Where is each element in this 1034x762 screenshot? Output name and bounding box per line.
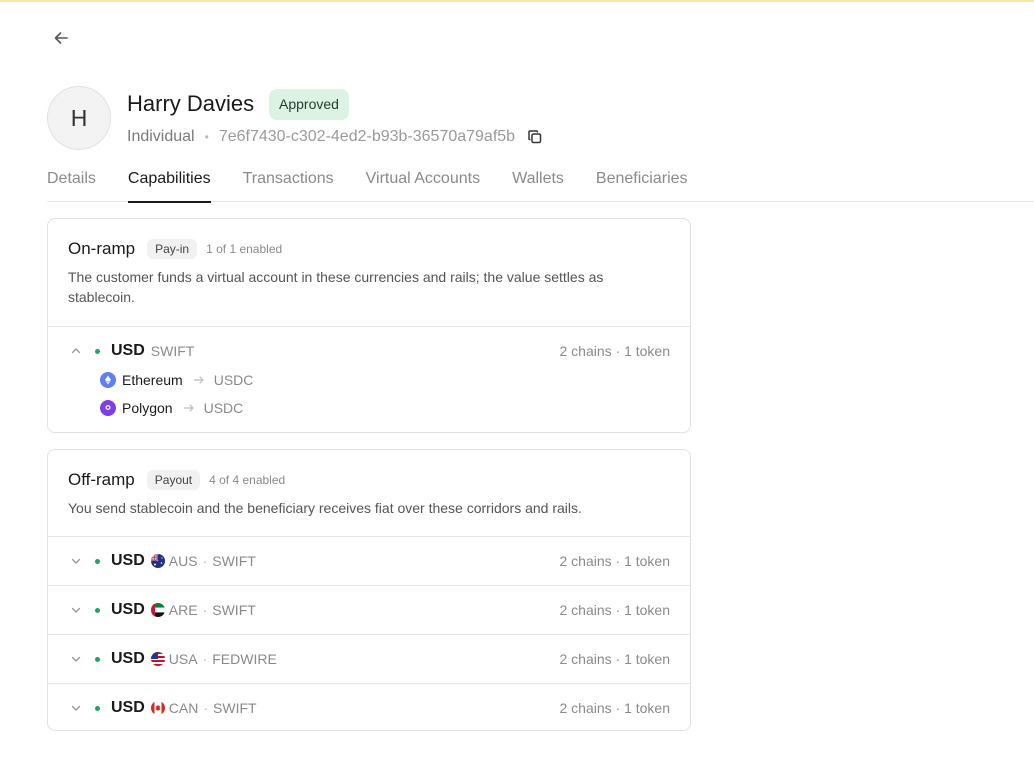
separator-dot: · xyxy=(203,700,209,716)
chain-item-polygon: Polygon USDC xyxy=(100,394,690,422)
arrow-left-icon xyxy=(54,32,68,44)
country-code: AUS xyxy=(168,553,198,569)
offramp-row-are[interactable]: USD ARE · SWIFT 2 chains · 1 token xyxy=(48,585,690,634)
currency-label: USD xyxy=(111,699,145,716)
status-dot xyxy=(95,607,100,613)
chain-name: Polygon xyxy=(122,400,173,416)
country-code: CAN xyxy=(168,700,199,716)
copy-id-button[interactable] xyxy=(527,129,543,145)
token-name: USDC xyxy=(203,400,244,416)
status-dot xyxy=(95,558,100,564)
currency-label: USD xyxy=(111,552,145,569)
offramp-row-can[interactable]: USD CAN · SWIFT 2 chains · 1 token xyxy=(48,683,690,730)
offramp-row-usa[interactable]: USD USA · FEDWIRE 2 chains · 1 token xyxy=(48,634,690,683)
chevron-up-icon[interactable] xyxy=(70,345,82,357)
rail-label: FEDWIRE xyxy=(212,651,277,667)
rail-label: SWIFT xyxy=(212,602,256,618)
tab-transactions[interactable]: Transactions xyxy=(243,166,334,202)
arrow-right-icon xyxy=(183,402,195,414)
copy-icon xyxy=(528,130,542,144)
customer-name: Harry Davies xyxy=(127,91,255,116)
chevron-down-icon[interactable] xyxy=(70,653,82,665)
currency-label: USD xyxy=(111,601,145,618)
chains-tokens-summary: 2 chains · 1 token xyxy=(559,553,670,569)
status-dot xyxy=(95,656,100,662)
uae-flag-icon xyxy=(150,603,165,617)
canada-flag-icon xyxy=(150,701,165,715)
polygon-icon xyxy=(100,400,116,416)
arrow-right-icon xyxy=(193,374,205,386)
offramp-card: Off-ramp Payout 4 of 4 enabled You send … xyxy=(47,449,691,731)
separator-dot: · xyxy=(202,651,208,667)
offramp-description: You send stablecoin and the beneficiary … xyxy=(68,500,582,516)
country-code: USA xyxy=(168,651,198,667)
country-code: ARE xyxy=(168,602,198,618)
offramp-enabled-count: 4 of 4 enabled xyxy=(209,473,286,487)
tab-bar: Details Capabilities Transactions Virtua… xyxy=(47,166,1034,203)
avatar-initial: H xyxy=(70,104,88,131)
top-accent-line xyxy=(0,0,1034,2)
chevron-down-icon[interactable] xyxy=(70,604,82,616)
onramp-row-usd-swift[interactable]: USD SWIFT 2 chains · 1 token xyxy=(48,326,690,375)
status-badge: Approved xyxy=(269,89,349,120)
status-dot xyxy=(95,705,100,711)
chains-tokens-summary: 2 chains · 1 token xyxy=(559,700,670,716)
australia-flag-icon xyxy=(150,554,165,568)
tab-beneficiaries[interactable]: Beneficiaries xyxy=(596,166,688,202)
chevron-down-icon[interactable] xyxy=(70,555,82,567)
payin-pill: Pay-in xyxy=(147,239,198,259)
chains-tokens-summary: 2 chains · 1 token xyxy=(559,602,670,618)
onramp-header: On-ramp Pay-in 1 of 1 enabled The custom… xyxy=(48,239,690,307)
currency-label: USD xyxy=(111,342,145,359)
payout-pill: Payout xyxy=(146,470,201,490)
status-dot xyxy=(95,348,100,354)
chains-tokens-summary: 2 chains · 1 token xyxy=(559,651,670,667)
onramp-enabled-count: 1 of 1 enabled xyxy=(206,242,283,256)
onramp-title: On-ramp xyxy=(68,239,136,258)
currency-label: USD xyxy=(111,650,145,667)
offramp-title: Off-ramp xyxy=(68,470,135,489)
tab-wallets[interactable]: Wallets xyxy=(512,166,564,202)
rail-label: SWIFT xyxy=(212,553,256,569)
rail-label: SWIFT xyxy=(213,700,257,716)
customer-type: Individual xyxy=(127,128,195,145)
separator-dot: · xyxy=(202,602,208,618)
usa-flag-icon xyxy=(150,652,165,666)
chains-tokens-summary: 2 chains · 1 token xyxy=(559,343,670,359)
offramp-header: Off-ramp Payout 4 of 4 enabled You send … xyxy=(48,470,690,518)
tab-capabilities[interactable]: Capabilities xyxy=(127,166,211,203)
rail-label: SWIFT xyxy=(150,343,195,359)
customer-subline: Individual • 7e6f7430-c302-4ed2-b93b-365… xyxy=(127,127,543,147)
tab-virtual-accounts[interactable]: Virtual Accounts xyxy=(366,166,480,202)
chevron-down-icon[interactable] xyxy=(70,702,82,714)
back-button[interactable] xyxy=(50,27,72,49)
customer-id: 7e6f7430-c302-4ed2-b93b-36570a79af5b xyxy=(218,128,516,145)
onramp-description: The customer funds a virtual account in … xyxy=(68,269,604,305)
separator-dot: • xyxy=(204,130,209,144)
offramp-row-aus[interactable]: USD AUS · SWIFT 2 chains · 1 token xyxy=(48,536,690,585)
tab-details[interactable]: Details xyxy=(47,166,96,202)
avatar: H xyxy=(47,86,111,150)
separator-dot: · xyxy=(202,553,208,569)
onramp-card: On-ramp Pay-in 1 of 1 enabled The custom… xyxy=(47,218,691,433)
